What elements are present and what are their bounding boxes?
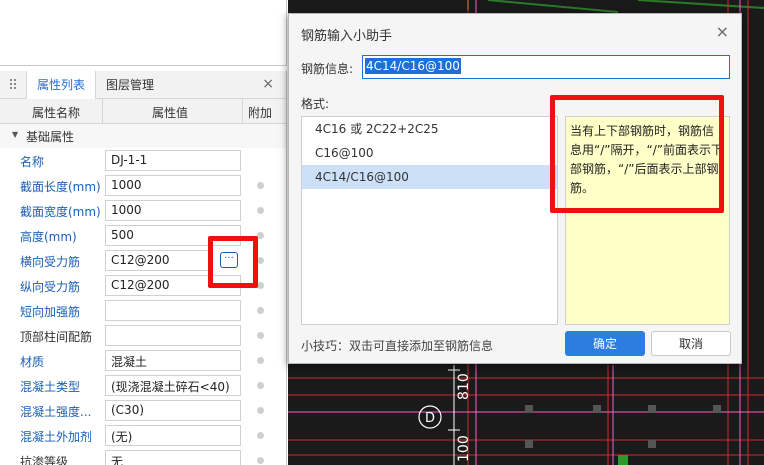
property-value-field[interactable]: 500: [105, 225, 241, 246]
format-label: 格式:: [301, 97, 330, 111]
dimension-text-2: 100: [456, 435, 472, 462]
property-row[interactable]: 短向加强筋: [0, 298, 286, 323]
property-row[interactable]: 混凝土外加剂 (无): [0, 423, 286, 448]
property-name: 名称: [20, 155, 45, 169]
property-rows: 名称 DJ-1-1 截面长度(mm) 1000 截面宽度(mm) 1000 高度(mm) 50…: [0, 148, 286, 465]
property-name: 混凝土外加剂: [20, 430, 93, 444]
extra-checkbox[interactable]: [257, 457, 264, 464]
property-row[interactable]: 纵向受力筋 C12@200: [0, 273, 286, 298]
extra-checkbox[interactable]: [257, 282, 264, 289]
property-name: 顶部柱间配筋: [20, 330, 93, 344]
property-value-field[interactable]: (无): [105, 425, 241, 446]
format-hint-box: 当有上下部钢筋时，钢筋信息用“/”隔开，“/”前面表示下部钢筋，“/”后面表示上…: [565, 116, 730, 325]
rebar-info-input[interactable]: 4C14/C16@100: [362, 55, 730, 79]
rebar-input-dialog: 钢筋输入小助手 × 钢筋信息: 4C14/C16@100 格式: 4C16 或 …: [288, 13, 742, 364]
extra-checkbox[interactable]: [257, 207, 264, 214]
tab-property-list[interactable]: 属性列表: [26, 71, 96, 99]
property-row[interactable]: 混凝土强度... (C30): [0, 398, 286, 423]
drawing-thumbnail-area: [0, 0, 287, 66]
property-value-field[interactable]: (C30): [105, 400, 241, 421]
column-divider[interactable]: [242, 99, 243, 124]
panel-tabbar: 属性列表 图层管理 ×: [0, 71, 286, 99]
column-divider[interactable]: [102, 99, 103, 124]
property-row[interactable]: 截面宽度(mm) 1000: [0, 198, 286, 223]
dimension-text-1: 810: [456, 373, 472, 400]
property-name: 横向受力筋: [20, 255, 81, 269]
property-name: 材质: [20, 355, 45, 369]
format-list[interactable]: 4C16 或 2C22+2C25 C16@100 4C14/C16@100: [301, 116, 558, 325]
format-item[interactable]: 4C16 或 2C22+2C25: [302, 117, 557, 141]
property-name: 混凝土类型: [20, 380, 81, 394]
group-label: 基础属性: [26, 130, 75, 144]
property-value-field[interactable]: 1000: [105, 175, 241, 196]
property-row[interactable]: 名称 DJ-1-1: [0, 148, 286, 173]
extra-checkbox[interactable]: [257, 332, 264, 339]
tip-text: 小技巧：双击可直接添加至钢筋信息: [301, 339, 494, 353]
collapse-triangle-icon[interactable]: ▼: [12, 130, 18, 139]
property-row[interactable]: 混凝土类型 (现浇混凝土碎石<40): [0, 373, 286, 398]
extra-checkbox[interactable]: [257, 407, 264, 414]
property-row[interactable]: 截面长度(mm) 1000: [0, 173, 286, 198]
rebar-info-value: 4C14/C16@100: [365, 58, 461, 74]
property-row[interactable]: 横向受力筋 C12@200 ···: [0, 248, 286, 273]
property-name: 高度(mm): [20, 230, 77, 244]
property-panel: 属性列表 图层管理 × 属性名称 属性值 附加 ▼ 基础属性 名称 DJ-1-1 截…: [0, 71, 287, 465]
group-basic-properties[interactable]: ▼ 基础属性: [0, 124, 286, 148]
column-header-value: 属性值: [152, 106, 189, 120]
cancel-button[interactable]: 取消: [651, 331, 731, 356]
panel-close-icon[interactable]: ×: [262, 76, 274, 92]
property-column-headers: 属性名称 属性值 附加: [0, 99, 286, 124]
property-name: 抗渗等级: [20, 455, 69, 465]
property-name: 纵向受力筋: [20, 280, 81, 294]
property-value-field[interactable]: [105, 325, 241, 346]
extra-checkbox[interactable]: [257, 357, 264, 364]
drag-grip-icon[interactable]: [10, 79, 18, 91]
property-name: 短向加强筋: [20, 305, 81, 319]
format-item[interactable]: C16@100: [302, 141, 557, 165]
property-value-field[interactable]: DJ-1-1: [105, 150, 241, 171]
property-value-field[interactable]: 无: [105, 450, 241, 465]
axis-label: D: [425, 411, 435, 426]
format-item-selected[interactable]: 4C14/C16@100: [302, 165, 557, 189]
column-header-extra: 附加: [248, 106, 273, 120]
property-row[interactable]: 顶部柱间配筋: [0, 323, 286, 348]
property-row[interactable]: 抗渗等级 无: [0, 448, 286, 465]
rebar-info-label: 钢筋信息:: [301, 62, 354, 76]
property-value-field[interactable]: 1000: [105, 200, 241, 221]
extra-checkbox[interactable]: [257, 182, 264, 189]
property-value-field[interactable]: (现浇混凝土碎石<40): [105, 375, 241, 396]
property-value-field[interactable]: 混凝土: [105, 350, 241, 371]
tab-layer-management[interactable]: 图层管理: [106, 71, 154, 99]
extra-checkbox[interactable]: [257, 257, 264, 264]
property-name: 混凝土强度...: [20, 405, 92, 419]
extra-checkbox[interactable]: [257, 432, 264, 439]
property-value-field[interactable]: [105, 300, 241, 321]
column-header-name: 属性名称: [32, 106, 81, 120]
property-value-field[interactable]: C12@200: [105, 250, 209, 271]
property-row[interactable]: 材质 混凝土: [0, 348, 286, 373]
property-name: 截面长度(mm): [20, 180, 101, 194]
property-value-field[interactable]: C12@200: [105, 275, 241, 296]
extra-checkbox[interactable]: [257, 232, 264, 239]
ok-button[interactable]: 确定: [565, 331, 645, 356]
extra-checkbox[interactable]: [257, 382, 264, 389]
extra-checkbox[interactable]: [257, 307, 264, 314]
property-name: 截面宽度(mm): [20, 205, 101, 219]
property-row[interactable]: 高度(mm) 500: [0, 223, 286, 248]
dialog-title: 钢筋输入小助手: [301, 29, 393, 44]
dialog-close-icon[interactable]: ×: [716, 22, 729, 41]
ellipsis-button-icon[interactable]: ···: [220, 252, 238, 268]
